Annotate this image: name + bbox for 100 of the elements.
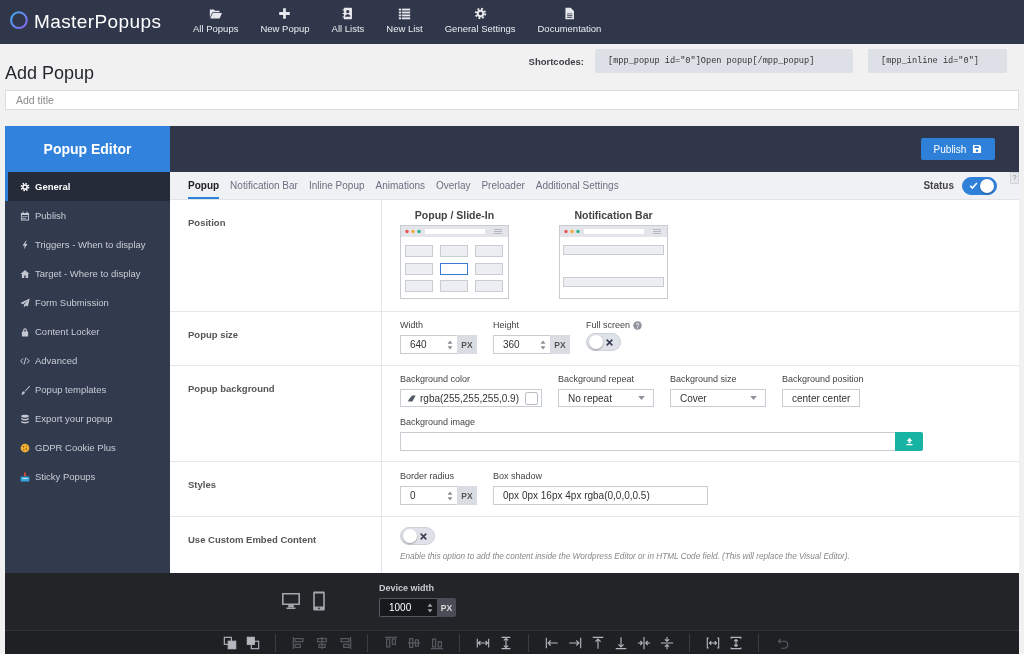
center-horizontal-icon[interactable] (636, 635, 651, 650)
size-select[interactable]: Cover (670, 389, 766, 407)
tab[interactable]: Preloader (481, 172, 525, 199)
lightning-icon (20, 239, 30, 250)
section-label: Use Custom Embed Content (188, 534, 317, 545)
tab[interactable]: Notification Bar (230, 172, 298, 199)
number-input[interactable]: 360 (493, 335, 550, 354)
close-icon (419, 531, 428, 541)
text-input[interactable]: center center (782, 389, 860, 407)
sidebar-item[interactable]: Export your popup (5, 404, 170, 433)
check-icon (969, 181, 978, 190)
send-backward-icon[interactable] (245, 635, 260, 650)
sidebar-item[interactable]: General (5, 172, 170, 201)
field-label: Background color (400, 374, 471, 385)
unit-label: PX (457, 335, 477, 354)
expand-vertical-icon[interactable] (728, 635, 743, 650)
close-icon (605, 337, 614, 347)
color-swatch-icon[interactable] (525, 391, 538, 405)
status-label: Status (923, 180, 954, 191)
upload-button[interactable] (895, 432, 923, 451)
tab[interactable]: Popup (188, 172, 220, 199)
sidebar-item[interactable]: Advanced (5, 346, 170, 375)
sidebar-item[interactable]: Content Locker (5, 317, 170, 346)
desktop-icon[interactable] (281, 592, 301, 610)
spinner-icon (540, 338, 546, 351)
folder-icon (209, 7, 223, 20)
arrow-right-icon[interactable] (567, 635, 582, 650)
mobile-icon[interactable] (313, 591, 325, 611)
settings-icon (20, 181, 30, 192)
nav-link[interactable]: Documentation (526, 7, 613, 37)
repeat-select[interactable]: No repeat (558, 389, 654, 407)
position-cell[interactable] (475, 262, 503, 275)
code-icon (20, 355, 30, 366)
field-label: Box shadow (493, 471, 543, 482)
tab[interactable]: Animations (375, 172, 425, 199)
nav-link[interactable]: New List (375, 7, 434, 37)
sidebar-item[interactable]: Sticky Popups (5, 462, 170, 491)
text-input[interactable]: 0px 0px 16px 4px rgba(0,0,0,0.5) (493, 486, 708, 505)
field-label: Border radius (400, 471, 455, 482)
publish-button[interactable]: Publish (921, 138, 995, 160)
position-cell[interactable] (405, 245, 433, 257)
image-url-input[interactable] (400, 432, 895, 451)
page-title: Add Popup (5, 62, 95, 84)
position-cell[interactable] (563, 277, 664, 287)
nav-link[interactable]: All Popups (182, 7, 250, 37)
title-input[interactable]: Add title (5, 90, 1019, 110)
sidebar-item[interactable]: Triggers - When to display (5, 230, 170, 259)
position-cell[interactable] (440, 245, 468, 257)
bring-forward-icon[interactable] (222, 635, 237, 650)
sidebar-item[interactable]: Target - Where to display (5, 259, 170, 288)
embed-toggle[interactable] (400, 527, 435, 545)
plus-icon (278, 7, 292, 20)
status-toggle[interactable] (962, 176, 997, 195)
center-vertical-icon[interactable] (659, 635, 674, 650)
number-input[interactable]: 0 (400, 486, 457, 505)
full-screen-toggle[interactable] (586, 333, 621, 351)
position-cell[interactable] (440, 262, 468, 275)
position-cell[interactable] (405, 280, 433, 292)
arrow-up-icon[interactable] (590, 635, 605, 650)
brush-icon (20, 384, 30, 395)
section-label: Popup size (188, 329, 239, 340)
tab[interactable]: Inline Popup (308, 172, 365, 199)
position-cell[interactable] (405, 262, 433, 275)
number-input[interactable]: 1000 (379, 598, 437, 617)
position-cell[interactable] (563, 245, 664, 255)
database-icon (20, 413, 30, 424)
field-label: Height (493, 320, 519, 331)
spinner-icon (427, 601, 433, 614)
sidebar-item[interactable]: Form Submission (5, 288, 170, 317)
position-cell[interactable] (475, 280, 503, 292)
tab[interactable]: Overlay (436, 172, 471, 199)
field-label: Background position (782, 374, 864, 385)
sidebar-item[interactable]: GDPR Cookie Plus (5, 433, 170, 462)
tab[interactable]: Additional Settings (535, 172, 619, 199)
shortcode-box[interactable]: [mpp_inline id="0"] (868, 49, 1007, 73)
caret-icon (638, 396, 645, 400)
unit-label: PX (550, 335, 570, 354)
arrow-left-icon[interactable] (544, 635, 559, 650)
home-icon (20, 268, 30, 279)
sidebar-item[interactable]: Popup templates (5, 375, 170, 404)
expand-horizontal-icon[interactable] (705, 635, 720, 650)
nav-link[interactable]: New Popup (249, 7, 321, 37)
option-title: Popup / Slide-In (414, 209, 495, 222)
upload-icon (904, 437, 914, 446)
nav-link[interactable]: General Settings (433, 7, 527, 37)
arrow-down-icon[interactable] (613, 635, 628, 650)
position-cell[interactable] (440, 280, 468, 292)
nav-link[interactable]: All Lists (320, 7, 376, 37)
cookie-icon (20, 442, 30, 453)
section-label: Popup background (188, 383, 275, 394)
color-input[interactable]: rgba(255,255,255,0.9) (400, 389, 542, 407)
paper-plane-icon (20, 297, 30, 308)
field-label: Width (400, 320, 423, 331)
help-icon[interactable] (633, 321, 642, 330)
lock-icon (20, 326, 30, 337)
position-cell[interactable] (475, 245, 503, 257)
number-input[interactable]: 640 (400, 335, 457, 354)
shortcode-box[interactable]: [mpp_popup id="0"]Open popup[/mpp_popup] (595, 49, 853, 73)
sidebar-item[interactable]: Publish (5, 201, 170, 230)
field-label: Background size (670, 374, 737, 385)
